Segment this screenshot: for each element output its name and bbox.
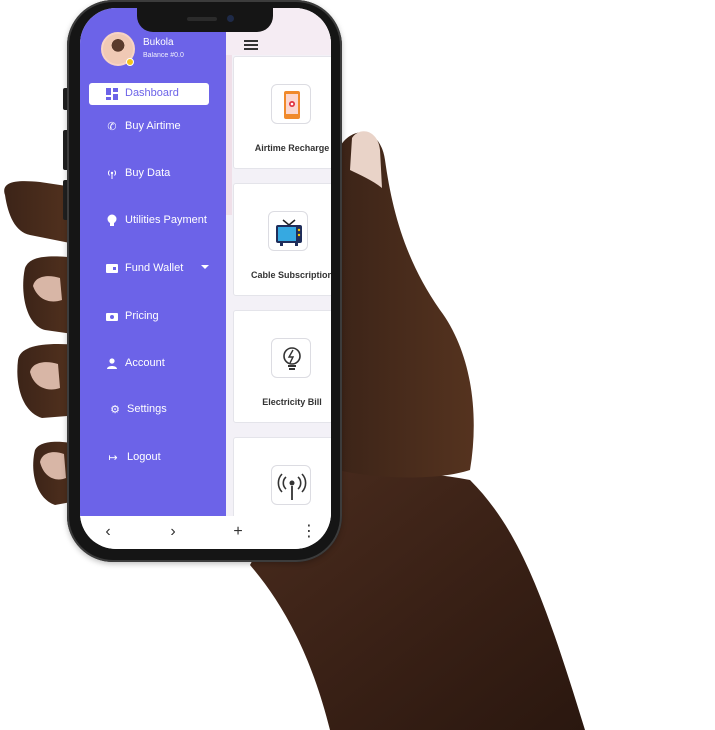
service-card-cable-subscription[interactable]: Cable Subscription bbox=[233, 183, 331, 296]
user-icon bbox=[104, 356, 120, 372]
sidebar-item-label: Buy Data bbox=[125, 167, 171, 179]
sidebar-item-logout[interactable]: ↦ Logout bbox=[80, 447, 226, 469]
sidebar-item-label: Fund Wallet bbox=[125, 262, 184, 274]
money-icon bbox=[104, 309, 120, 325]
phone-icon: ✆ bbox=[107, 121, 117, 133]
sidebar-item-label: Account bbox=[125, 357, 165, 369]
sidebar-item-fund-wallet[interactable]: Fund Wallet bbox=[80, 258, 226, 280]
service-label: Electricity Bill bbox=[262, 397, 322, 407]
chevron-right-icon[interactable]: › bbox=[163, 522, 183, 542]
smartphone-icon bbox=[271, 84, 311, 124]
sidebar-item-pricing[interactable]: Pricing bbox=[80, 306, 226, 328]
sidebar-item-label: Buy Airtime bbox=[125, 120, 181, 132]
phone-notch bbox=[137, 8, 273, 32]
service-card-electricity-bill[interactable]: Electricity Bill bbox=[233, 310, 331, 423]
service-label: Airtime Recharge bbox=[254, 143, 330, 153]
sidebar-item-label: Dashboard bbox=[125, 87, 179, 99]
sidebar-item-label: Pricing bbox=[125, 310, 159, 322]
service-card-airtime-recharge[interactable]: Airtime Recharge bbox=[233, 56, 331, 169]
dashboard-icon bbox=[104, 86, 120, 102]
sidebar-item-label: Logout bbox=[127, 451, 161, 463]
sidebar-item-buy-airtime[interactable]: ✆ Buy Airtime bbox=[80, 116, 226, 138]
sidebar: Bukola Balance #0.0 Dashboard ✆ Buy Airt… bbox=[80, 8, 226, 516]
sidebar-item-label: Settings bbox=[127, 403, 167, 415]
service-label: Cable Subscription bbox=[250, 270, 331, 280]
bottom-nav-bar: ‹ › + ⋮ bbox=[80, 516, 331, 549]
bulb-icon bbox=[104, 213, 120, 229]
lightbulb-icon bbox=[271, 338, 311, 378]
logout-icon: ↦ bbox=[108, 452, 118, 464]
wallet-icon bbox=[104, 261, 120, 277]
sidebar-item-settings[interactable]: ⚙ Settings bbox=[80, 399, 226, 421]
sidebar-item-utilities-payment[interactable]: Utilities Payment bbox=[80, 210, 226, 232]
signal-icon bbox=[104, 166, 120, 182]
sidebar-item-buy-data[interactable]: Buy Data bbox=[80, 163, 226, 185]
speaker-grille bbox=[187, 17, 217, 21]
tv-icon bbox=[268, 211, 308, 251]
gear-icon: ⚙ bbox=[110, 404, 120, 416]
camera-icon bbox=[227, 15, 234, 22]
phone-screen: Bukola Balance #0.0 Dashboard ✆ Buy Airt… bbox=[80, 8, 331, 549]
sidebar-item-label: Utilities Payment bbox=[125, 214, 207, 226]
service-card-data[interactable] bbox=[233, 437, 331, 516]
user-balance: Balance #0.0 bbox=[143, 52, 184, 59]
user-profile[interactable]: Bukola Balance #0.0 bbox=[101, 32, 221, 72]
chevron-left-icon[interactable]: ‹ bbox=[98, 522, 118, 542]
main-content: Airtime Recharge Cable Subscription Elec… bbox=[226, 8, 331, 516]
status-badge bbox=[126, 58, 134, 66]
user-name: Bukola bbox=[143, 37, 174, 48]
more-vertical-icon[interactable]: ⋮ bbox=[299, 522, 319, 542]
hamburger-menu-icon[interactable] bbox=[244, 40, 258, 50]
sidebar-item-dashboard[interactable]: Dashboard bbox=[89, 83, 209, 105]
sidebar-item-account[interactable]: Account bbox=[80, 353, 226, 375]
chevron-down-icon[interactable] bbox=[201, 265, 209, 269]
plus-icon[interactable]: + bbox=[228, 522, 248, 542]
antenna-icon bbox=[271, 465, 311, 505]
scrollbar[interactable] bbox=[226, 55, 232, 215]
